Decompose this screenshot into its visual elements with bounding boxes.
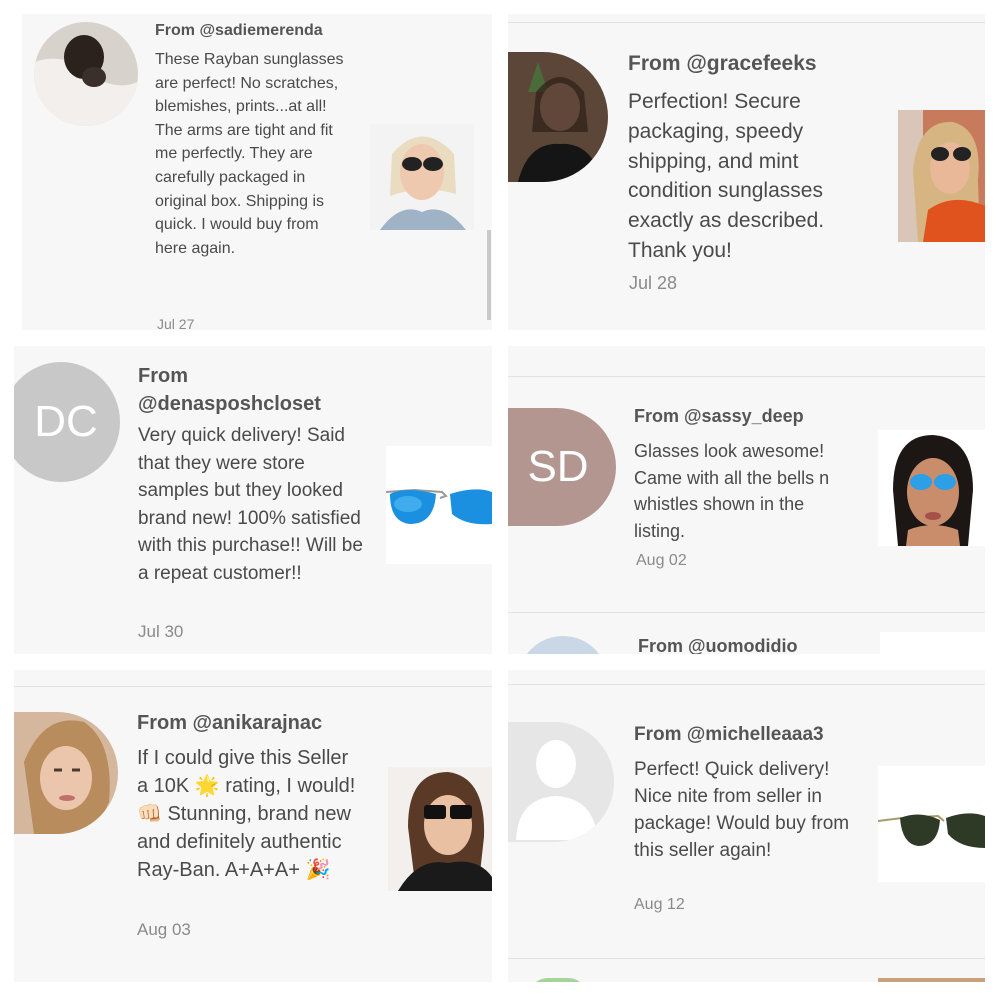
party-popper-emoji: 🎉 [305, 859, 331, 881]
review-text: Perfection! Secure packaging, speedy shi… [628, 90, 825, 262]
review-date: Jul 28 [629, 273, 678, 293]
star-emoji: 🌟 [194, 775, 220, 797]
listing-photo[interactable] [878, 430, 985, 546]
avatar-initials: SD [527, 442, 589, 491]
review-author[interactable]: From @anikarajnac [137, 712, 322, 735]
review-author[interactable]: From @gracefeeks [628, 52, 817, 76]
review-text: Very quick delivery! Said that they were… [138, 425, 363, 584]
review-card-sadiemerenda: From @sadiemerenda These Rayban sunglass… [22, 14, 492, 330]
listing-photo-partial[interactable] [880, 632, 985, 654]
user-silhouette-icon [508, 722, 614, 842]
review-card-gracefeeks: From @gracefeeks Perfection! Secure pack… [508, 14, 985, 330]
review-text-part: rating, I would! [219, 775, 356, 797]
review-author[interactable]: From @sadiemerenda [155, 22, 323, 40]
listing-photo[interactable] [386, 446, 492, 564]
avatar-initials: DC [34, 397, 98, 446]
avatar[interactable] [34, 22, 138, 126]
review-text: If I could give this Seller a 10K 🌟 rati… [137, 744, 362, 884]
divider [14, 686, 492, 687]
avatar[interactable]: DC [14, 362, 120, 482]
review-author[interactable]: From @sassy_deep [634, 406, 804, 427]
divider [508, 376, 985, 377]
review-card-sassy-deep: SD From @sassy_deep Glasses look awesome… [508, 346, 985, 654]
review-author[interactable]: From @michelleaaa3 [634, 724, 824, 746]
review-author[interactable]: From @denasposhcloset [138, 362, 338, 418]
avatar-partial[interactable] [528, 978, 588, 982]
divider [508, 22, 985, 23]
review-author[interactable]: From @uomodidio [638, 636, 798, 654]
divider [508, 958, 985, 959]
listing-photo[interactable] [878, 766, 985, 882]
listing-photo-partial[interactable] [878, 978, 985, 982]
listing-photo[interactable] [898, 110, 985, 242]
avatar[interactable]: SD [508, 408, 616, 526]
review-text: These Rayban sunglasses are perfect! No … [155, 51, 344, 257]
review-card-anikarajnac: From @anikarajnac If I could give this S… [14, 670, 492, 982]
divider [508, 612, 985, 613]
review-date: Aug 02 [636, 552, 687, 569]
placeholder-avatar[interactable] [508, 722, 614, 842]
review-card-denasposhcloset: DC From @denasposhcloset Very quick deli… [14, 346, 492, 654]
listing-photo[interactable] [388, 767, 492, 891]
divider [508, 684, 985, 685]
review-card-michelleaaa3: From @michelleaaa3 Perfect! Quick delive… [508, 670, 985, 982]
review-date: Aug 12 [634, 896, 685, 913]
scrollbar[interactable] [487, 230, 491, 320]
listing-photo[interactable] [370, 124, 474, 230]
avatar[interactable] [508, 52, 608, 182]
review-text: Glasses look awesome! Came with all the … [634, 441, 830, 541]
review-date: Jul 30 [138, 622, 184, 641]
fist-bump-emoji: 👊🏻 [137, 803, 162, 825]
avatar[interactable] [14, 712, 118, 834]
review-text: Perfect! Quick delivery! Nice nite from … [634, 759, 850, 861]
avatar-partial[interactable] [518, 636, 608, 654]
review-date: Jul 27 [157, 316, 195, 330]
review-date: Aug 03 [137, 920, 191, 939]
